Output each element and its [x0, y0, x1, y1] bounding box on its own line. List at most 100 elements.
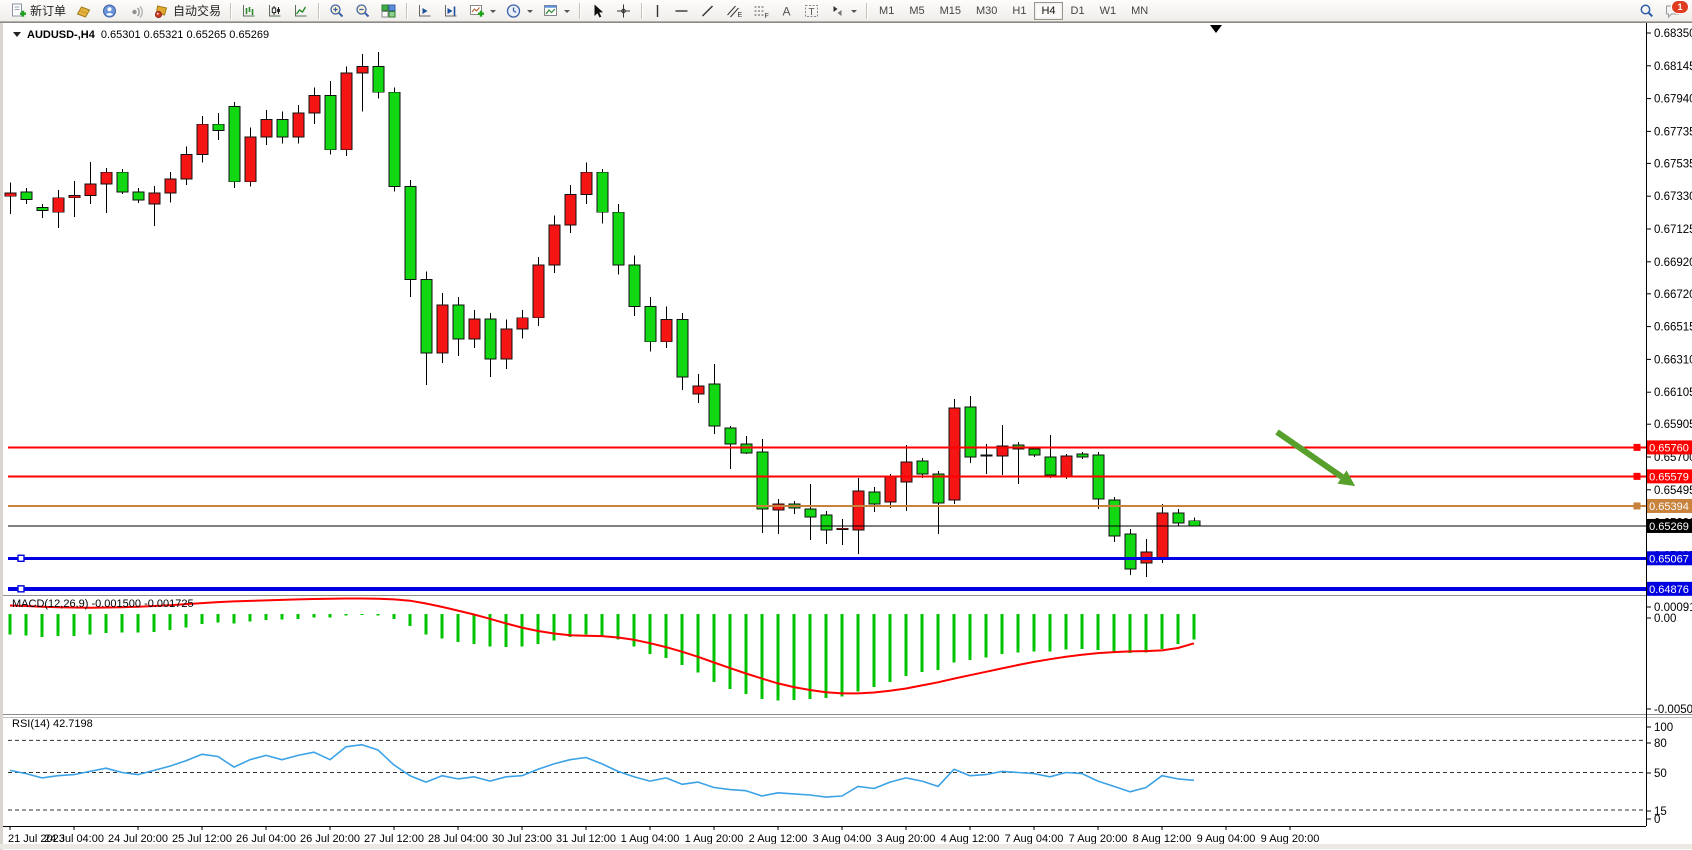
- crosshair-tool-button[interactable]: [611, 1, 636, 21]
- candle-body: [197, 124, 208, 154]
- price-tick-label: 0.68145: [1654, 61, 1692, 73]
- trendline-tool-button[interactable]: [695, 1, 720, 21]
- notifications-button[interactable]: 1: [1660, 1, 1686, 21]
- line-chart-type-button[interactable]: [288, 1, 313, 21]
- timeframe-m1-button[interactable]: M1: [872, 2, 901, 20]
- timeframe-mn-button[interactable]: MN: [1124, 2, 1155, 20]
- svg-text:E: E: [738, 12, 743, 19]
- candle-body: [613, 212, 624, 265]
- candlestick-chart-type-button[interactable]: [262, 1, 287, 21]
- zoom-out-icon: [354, 3, 371, 19]
- zoom-in-button[interactable]: [324, 1, 349, 21]
- label-tool-icon: T: [803, 3, 820, 19]
- signals-icon: [127, 3, 144, 19]
- toolbar-separator: [866, 3, 867, 19]
- deposit-button[interactable]: [71, 1, 96, 21]
- trendline-icon: [699, 3, 716, 19]
- price-badge-label: 0.65394: [1649, 501, 1689, 513]
- candle-body: [981, 455, 992, 456]
- cursor-tool-button[interactable]: [585, 1, 610, 21]
- clock-icon: [505, 3, 522, 19]
- label-tool-button[interactable]: T: [799, 1, 824, 21]
- price-tick-label: 0.65495: [1654, 485, 1692, 497]
- timeframe-w1-button[interactable]: W1: [1093, 2, 1124, 20]
- candle-body: [565, 195, 576, 225]
- macd-indicator-label: MACD(12,26,9) -0.001500 -0.001725: [12, 598, 194, 610]
- chart-shift-button[interactable]: [438, 1, 463, 21]
- timeframes-menu-button[interactable]: [501, 1, 537, 21]
- fibonacci-icon: F: [752, 3, 770, 19]
- candle-body: [965, 407, 976, 457]
- candle-body: [101, 172, 112, 184]
- new-order-button[interactable]: 新订单: [6, 1, 70, 21]
- toolbar: 新订单 自动交易 E F A T M1 M5 M15 M30 H1 H4 D1 …: [0, 0, 1692, 22]
- candle-body: [1045, 457, 1056, 475]
- macd-tick-label: 0.00: [1654, 613, 1676, 625]
- candle-body: [357, 67, 368, 73]
- text-tool-button[interactable]: A: [775, 1, 798, 21]
- price-badge-label: 0.64876: [1649, 584, 1689, 596]
- candle-body: [293, 113, 304, 137]
- horizontal-line-tool-button[interactable]: [669, 1, 694, 21]
- candle-body: [677, 319, 688, 377]
- search-button[interactable]: [1634, 1, 1659, 21]
- candle-body: [501, 329, 512, 359]
- candle-body: [309, 95, 320, 113]
- bar-chart-icon: [240, 3, 257, 19]
- line-handle[interactable]: [1634, 444, 1640, 450]
- signals-button[interactable]: [123, 1, 148, 21]
- price-tick-label: 0.67535: [1654, 158, 1692, 170]
- candle-body: [165, 179, 176, 193]
- line-chart-icon: [292, 3, 309, 19]
- rsi-tick-label: 100: [1654, 722, 1673, 734]
- candle-body: [213, 124, 224, 130]
- price-tick-label: 0.67735: [1654, 126, 1692, 138]
- bar-chart-type-button[interactable]: [236, 1, 261, 21]
- templates-menu-button[interactable]: [538, 1, 574, 21]
- autotrade-button[interactable]: 自动交易: [149, 1, 225, 21]
- candle-body: [69, 195, 80, 197]
- dropdown-caret-icon: [851, 10, 857, 16]
- candle-body: [373, 67, 384, 93]
- timeframe-h1-button[interactable]: H1: [1005, 2, 1033, 20]
- line-handle[interactable]: [18, 586, 24, 592]
- candle-body: [933, 474, 944, 503]
- zoom-out-button[interactable]: [350, 1, 375, 21]
- timeframe-m5-button[interactable]: M5: [902, 2, 931, 20]
- tile-windows-button[interactable]: [376, 1, 401, 21]
- price-tick-label: 0.67940: [1654, 94, 1692, 106]
- fibonacci-tool-button[interactable]: F: [748, 1, 774, 21]
- candle-body: [885, 477, 896, 502]
- candle-body: [581, 172, 592, 194]
- candle-body: [629, 265, 640, 307]
- shapes-tool-button[interactable]: [825, 1, 861, 21]
- autoscroll-button[interactable]: [412, 1, 437, 21]
- candle-body: [261, 119, 272, 137]
- new-order-icon: [10, 3, 27, 19]
- candle-body: [485, 319, 496, 359]
- candle-body: [917, 461, 928, 474]
- template-icon: [542, 3, 559, 19]
- chart-window: 0.683500.681450.679400.677350.675350.673…: [0, 22, 1692, 849]
- chart-menu-icon[interactable]: [13, 32, 21, 41]
- price-badge-label: 0.65269: [1649, 521, 1689, 533]
- timeframe-d1-button[interactable]: D1: [1064, 2, 1092, 20]
- community-button[interactable]: [97, 1, 122, 21]
- candle-body: [133, 192, 144, 200]
- timeframe-m30-button[interactable]: M30: [969, 2, 1004, 20]
- price-tick-label: 0.66720: [1654, 289, 1692, 301]
- candle-body: [741, 444, 752, 453]
- timeframe-h4-button[interactable]: H4: [1034, 2, 1062, 20]
- candle-body: [421, 279, 432, 353]
- toolbar-separator: [641, 3, 642, 19]
- line-handle[interactable]: [1634, 503, 1640, 509]
- cursor-icon: [589, 3, 606, 19]
- timeframe-m15-button[interactable]: M15: [933, 2, 968, 20]
- line-handle[interactable]: [18, 555, 24, 561]
- channel-icon: E: [725, 3, 743, 19]
- line-handle[interactable]: [1634, 473, 1640, 479]
- channel-tool-button[interactable]: E: [721, 1, 747, 21]
- vertical-line-icon: [651, 3, 664, 19]
- new-chart-button[interactable]: [464, 1, 500, 21]
- vertical-line-tool-button[interactable]: [647, 1, 668, 21]
